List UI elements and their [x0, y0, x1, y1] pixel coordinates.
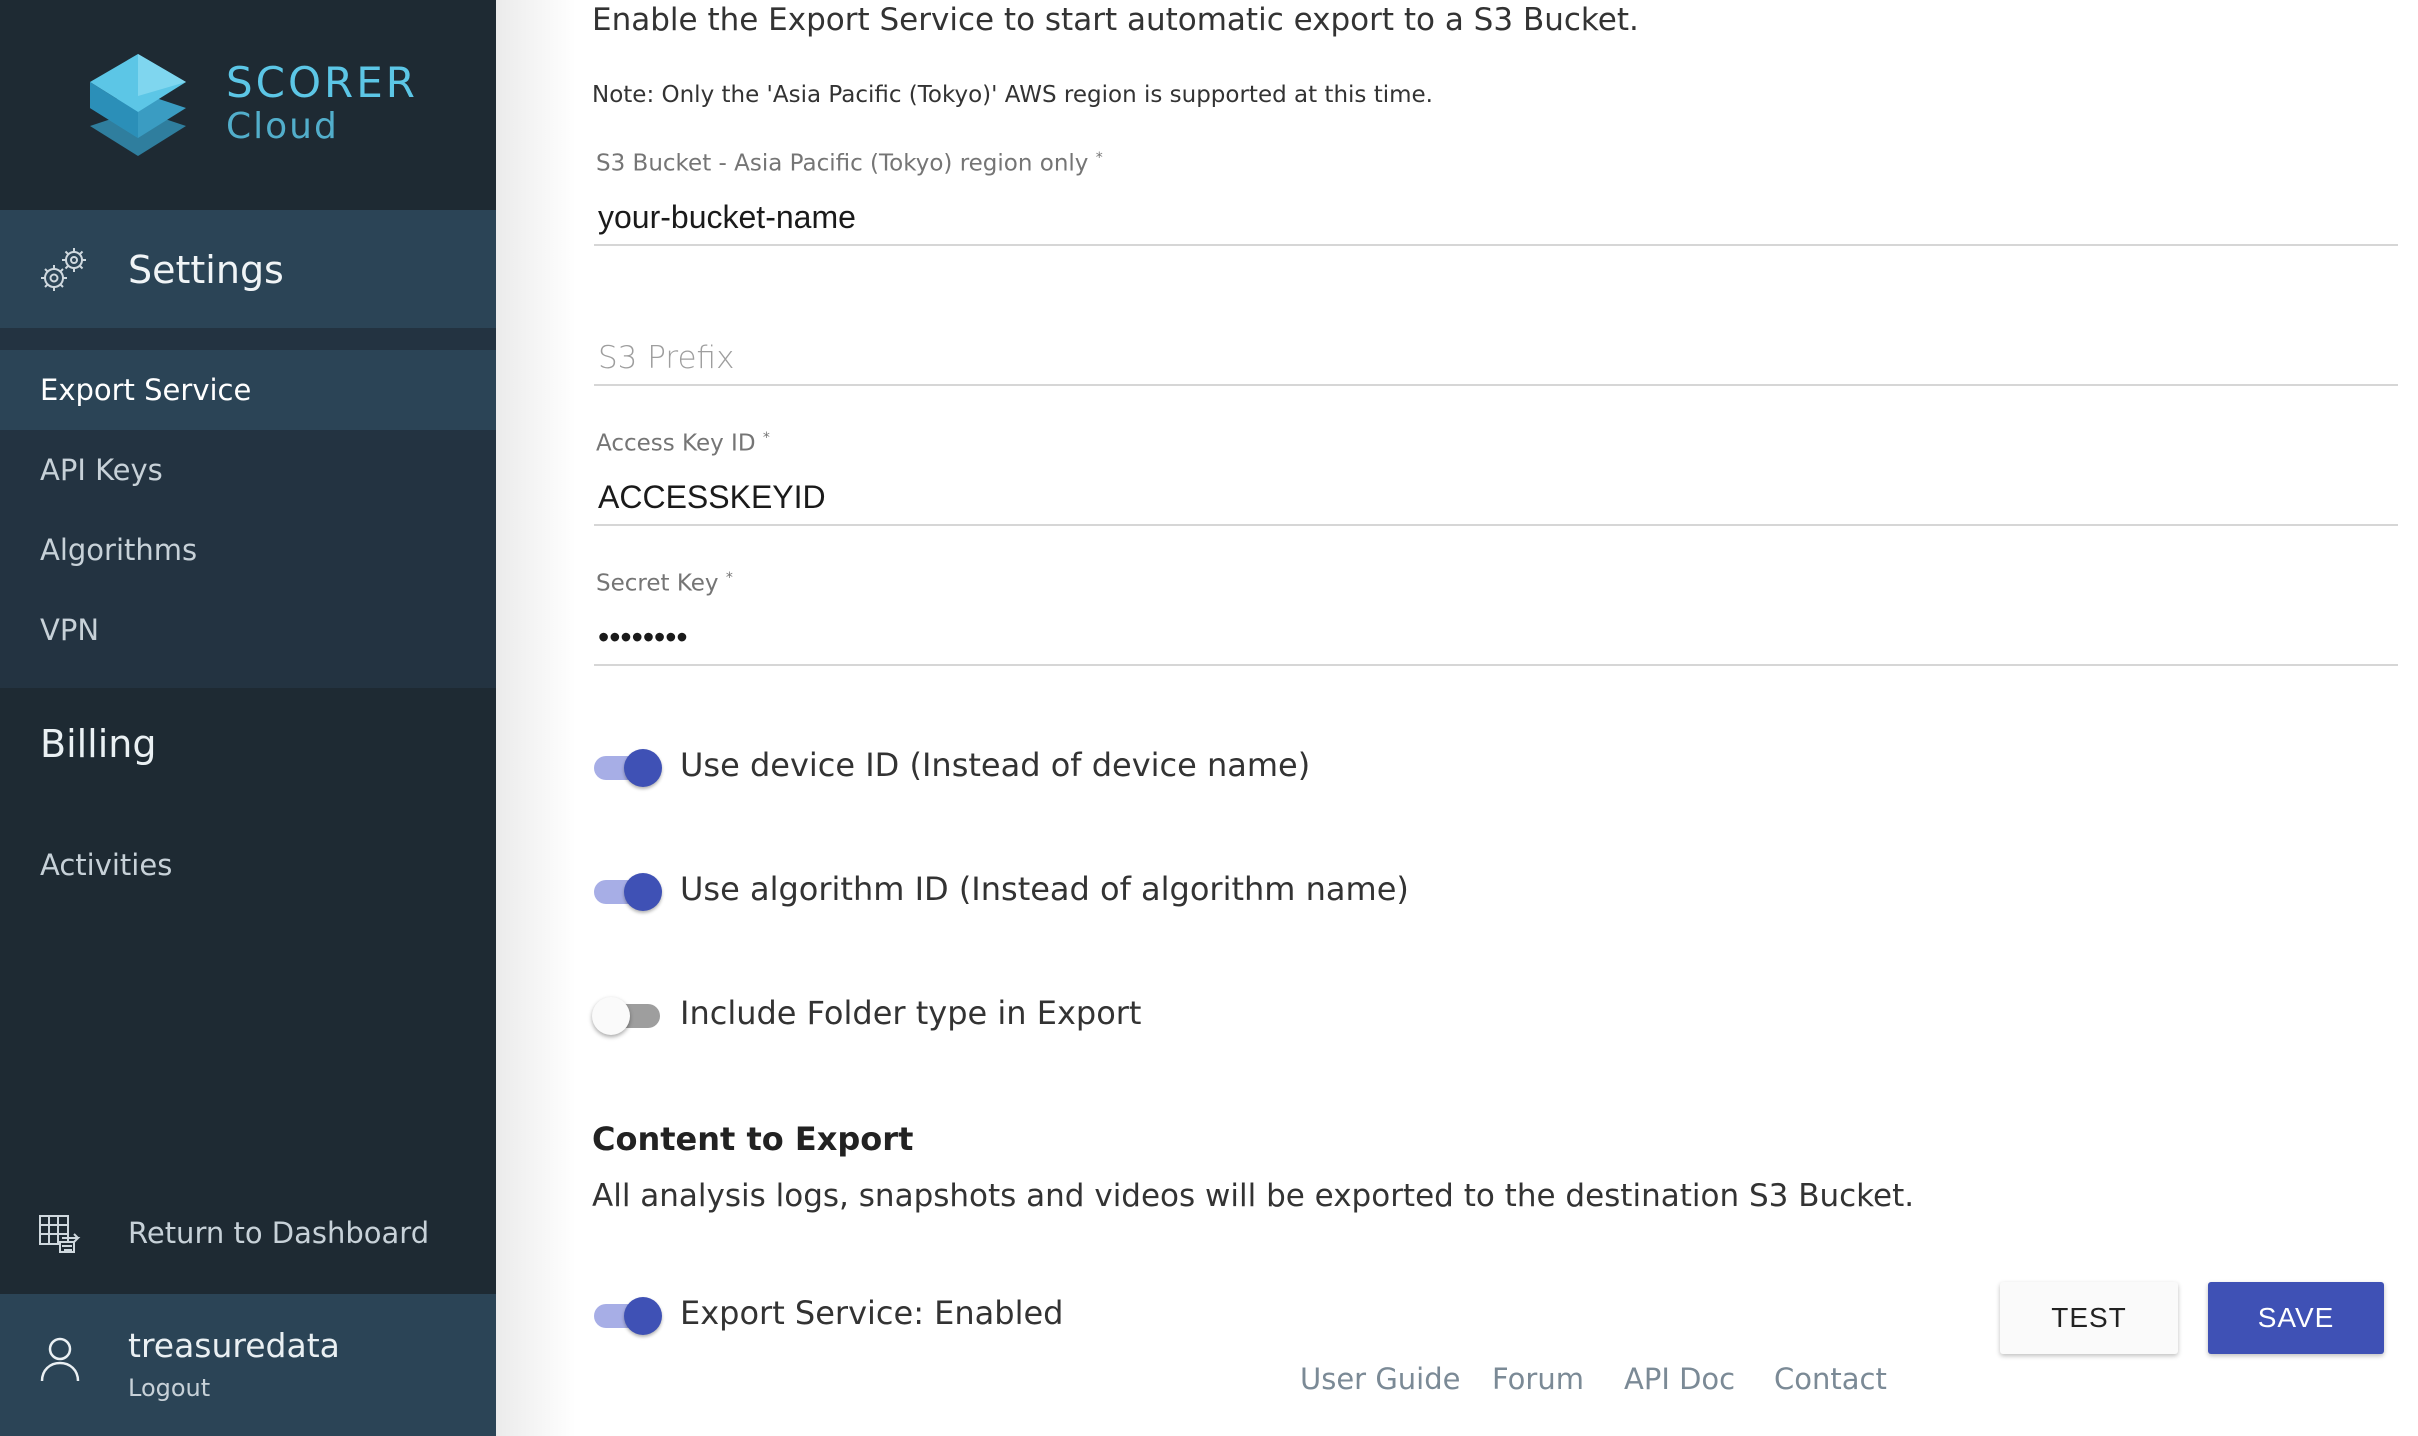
sidebar-shadow [496, 0, 576, 1436]
access-key-field: Access Key ID * [594, 430, 2398, 526]
access-key-label: Access Key ID * [596, 430, 770, 457]
folder-type-toggle[interactable] [592, 997, 662, 1035]
settings-label: Settings [128, 248, 284, 292]
region-note: Note: Only the 'Asia Pacific (Tokyo)' AW… [592, 82, 1433, 108]
footer-link-contact[interactable]: Contact [1774, 1362, 1887, 1396]
sidebar: SCORER Cloud Settings Export Service API… [0, 0, 496, 1436]
device-id-toggle[interactable] [594, 749, 662, 787]
return-to-dashboard[interactable]: Return to Dashboard [0, 1196, 496, 1270]
export-service-toggle-label: Export Service: Enabled [680, 1294, 1064, 1332]
gears-icon [41, 248, 86, 291]
content-to-export-description: All analysis logs, snapshots and videos … [592, 1178, 1915, 1214]
intro-text: Enable the Export Service to start autom… [592, 2, 1639, 38]
brand[interactable]: SCORER Cloud [0, 0, 496, 210]
sidebar-item-activities[interactable]: Activities [40, 848, 172, 882]
sidebar-item-export-service[interactable]: Export Service [0, 350, 496, 430]
save-button[interactable]: SAVE [2208, 1282, 2384, 1354]
s3-bucket-input[interactable] [594, 199, 2398, 236]
algorithm-id-toggle-label: Use algorithm ID (Instead of algorithm n… [680, 870, 1409, 908]
user-panel: treasuredata Logout [0, 1294, 496, 1436]
export-service-toggle[interactable] [594, 1297, 662, 1335]
algorithm-id-toggle[interactable] [594, 873, 662, 911]
sidebar-billing[interactable]: Billing [40, 722, 157, 766]
footer-link-api-doc[interactable]: API Doc [1624, 1362, 1735, 1396]
logout-link[interactable]: Logout [128, 1374, 210, 1402]
secret-key-field: Secret Key * [594, 570, 2398, 666]
sidebar-item-api-keys[interactable]: API Keys [0, 430, 496, 510]
username: treasuredata [128, 1326, 340, 1365]
secret-key-label: Secret Key * [596, 570, 733, 597]
scorer-logo-icon [90, 54, 186, 156]
brand-name: SCORER [226, 58, 418, 107]
settings-submenu: Export Service API Keys Algorithms VPN [0, 328, 496, 688]
access-key-input[interactable] [594, 479, 2398, 516]
main-content: Enable the Export Service to start autom… [592, 0, 2398, 1436]
brand-subtitle: Cloud [226, 106, 339, 147]
secret-key-input[interactable] [594, 619, 2398, 656]
test-button[interactable]: TEST [2000, 1282, 2178, 1354]
footer-link-user-guide[interactable]: User Guide [1300, 1362, 1460, 1396]
s3-prefix-field [594, 290, 2398, 386]
user-avatar-icon [40, 1337, 80, 1382]
sidebar-item-vpn[interactable]: VPN [0, 590, 496, 670]
sidebar-item-algorithms[interactable]: Algorithms [0, 510, 496, 590]
s3-prefix-input[interactable] [594, 339, 2398, 376]
s3-bucket-field: S3 Bucket - Asia Pacific (Tokyo) region … [594, 150, 2398, 246]
return-label: Return to Dashboard [128, 1216, 430, 1250]
folder-type-toggle-label: Include Folder type in Export [680, 994, 1142, 1032]
content-to-export-title: Content to Export [592, 1120, 914, 1158]
footer-link-forum[interactable]: Forum [1492, 1362, 1584, 1396]
dashboard-grid-icon [39, 1215, 81, 1253]
device-id-toggle-label: Use device ID (Instead of device name) [680, 746, 1311, 784]
settings-header[interactable]: Settings [0, 210, 496, 328]
s3-bucket-label: S3 Bucket - Asia Pacific (Tokyo) region … [596, 150, 1103, 177]
